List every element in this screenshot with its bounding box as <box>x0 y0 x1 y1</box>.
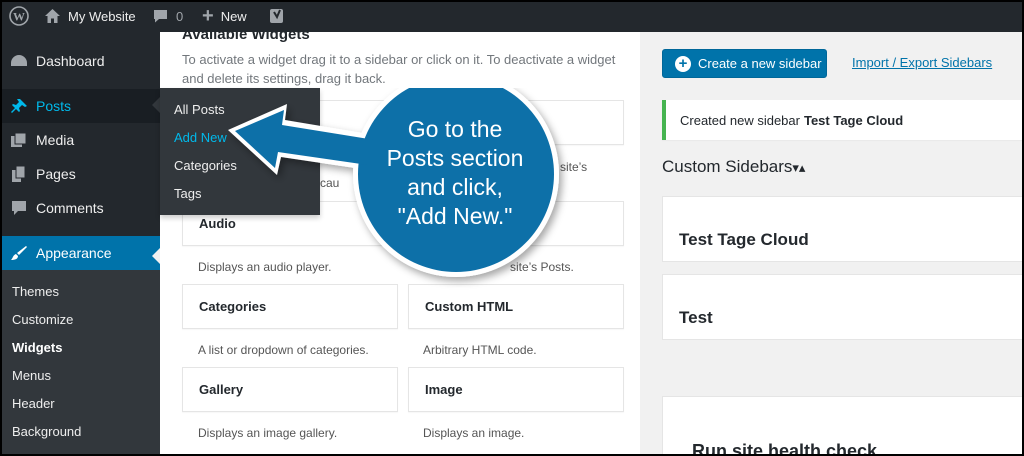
sidebars-area: + Create a new sidebar Import / Export S… <box>640 32 1024 456</box>
sidebar-item-media[interactable]: Media <box>0 123 160 157</box>
sidebar-item-label: Pages <box>36 166 76 182</box>
callout-text: Go to the Posts section and click, "Add … <box>360 115 550 231</box>
sidebar-item-appearance[interactable]: Appearance <box>0 236 160 270</box>
callout-line: Posts section <box>386 145 524 171</box>
comments-count: 0 <box>176 8 184 24</box>
site-name-link[interactable]: My Website <box>44 0 136 32</box>
submenu-item-themes[interactable]: Themes <box>12 284 59 299</box>
flyout-item-add-new[interactable]: Add New <box>174 130 227 145</box>
callout-line: and click, <box>407 174 503 200</box>
sidebar-item-label: Appearance <box>36 245 112 261</box>
widget-desc: Displays an image gallery. <box>198 426 338 440</box>
widget-title: Categories <box>199 299 267 314</box>
notice-sidebar-name: Test Tage Cloud <box>803 112 904 128</box>
svg-text:W: W <box>13 10 25 24</box>
new-label: New <box>220 8 247 24</box>
notice-text: Created new sidebar <box>680 112 800 128</box>
widget-image[interactable]: Image <box>408 367 624 412</box>
pushpin-icon <box>11 99 27 113</box>
current-menu-notch <box>152 248 160 264</box>
flyout-item-tags[interactable]: Tags <box>174 186 201 201</box>
available-widgets-description: To activate a widget drag it to a sideba… <box>182 52 616 86</box>
paintbrush-icon <box>11 246 27 260</box>
flyout-item-all-posts[interactable]: All Posts <box>174 102 225 117</box>
sort-toggle-icon[interactable]: ▾▴ <box>792 160 805 175</box>
sidebar-item-label: Posts <box>36 98 72 114</box>
health-check-title: Run site health check <box>692 441 878 456</box>
submenu-item-widgets[interactable]: Widgets <box>12 340 62 355</box>
custom-sidebars-title: Custom Sidebars <box>662 157 793 176</box>
pages-icon <box>12 166 26 182</box>
custom-sidebars-heading[interactable]: Custom Sidebars▾▴ <box>662 157 805 177</box>
sidebar-item-label: Media <box>36 132 75 148</box>
success-notice: Created new sidebar Test Tage Cloud <box>662 100 1024 140</box>
comment-bubble-icon <box>154 10 167 23</box>
submenu-item-menus[interactable]: Menus <box>12 368 51 383</box>
create-sidebar-button[interactable]: + Create a new sidebar <box>662 49 827 78</box>
widget-title: Gallery <box>199 382 244 397</box>
home-icon <box>45 9 60 23</box>
sidebar-title: Test Tage Cloud <box>679 230 809 249</box>
widget-gallery[interactable]: Gallery <box>182 367 398 412</box>
sidebar-item-label: Dashboard <box>36 53 105 69</box>
create-sidebar-label: Create a new sidebar <box>698 56 822 71</box>
comments-link[interactable]: 0 <box>152 0 183 32</box>
new-content-link[interactable]: + New <box>202 0 247 32</box>
plus-circle-icon: + <box>675 55 691 72</box>
sidebar-item-comments[interactable]: Comments <box>0 191 160 225</box>
admin-bar: W My Website 0 + New <box>0 0 1024 32</box>
admin-sidebar: Dashboard Posts Media Pages Comments App… <box>0 32 160 456</box>
sidebar-item-posts[interactable]: Posts <box>0 89 160 123</box>
widget-title: Image <box>425 382 463 397</box>
submenu-item-customize[interactable]: Customize <box>12 312 73 327</box>
wordpress-logo-icon[interactable]: W <box>9 0 29 32</box>
submenu-item-header[interactable]: Header <box>12 396 55 411</box>
widget-desc: A list or dropdown of categories. <box>198 343 369 357</box>
widget-title: Custom HTML <box>425 299 514 314</box>
callout-line: Go to the <box>407 116 503 142</box>
dashboard-icon <box>11 55 27 66</box>
plus-icon: + <box>202 5 214 27</box>
site-name: My Website <box>68 8 136 24</box>
yoast-icon[interactable] <box>268 0 286 32</box>
submenu-item-background[interactable]: Background <box>12 424 81 439</box>
available-widgets-heading: Available Widgets <box>182 32 310 43</box>
sidebar-box-test-tage-cloud[interactable]: Test Tage Cloud <box>662 196 1024 262</box>
sidebar-item-dashboard[interactable]: Dashboard <box>0 44 160 78</box>
sidebar-box-test[interactable]: Test <box>662 274 1024 340</box>
media-icon <box>11 132 27 147</box>
widget-desc: Arbitrary HTML code. <box>423 343 537 357</box>
flyout-notch <box>152 97 160 113</box>
comment-icon <box>12 201 26 215</box>
widget-desc: Displays an image. <box>423 426 525 440</box>
appearance-submenu: Themes Customize Widgets Menus Header Ba… <box>0 270 160 456</box>
sidebar-item-label: Comments <box>36 200 104 216</box>
import-export-link[interactable]: Import / Export Sidebars <box>852 55 992 70</box>
sidebar-item-pages[interactable]: Pages <box>0 157 160 191</box>
sidebar-title: Test <box>679 308 713 327</box>
callout-line: "Add New." <box>397 203 513 229</box>
